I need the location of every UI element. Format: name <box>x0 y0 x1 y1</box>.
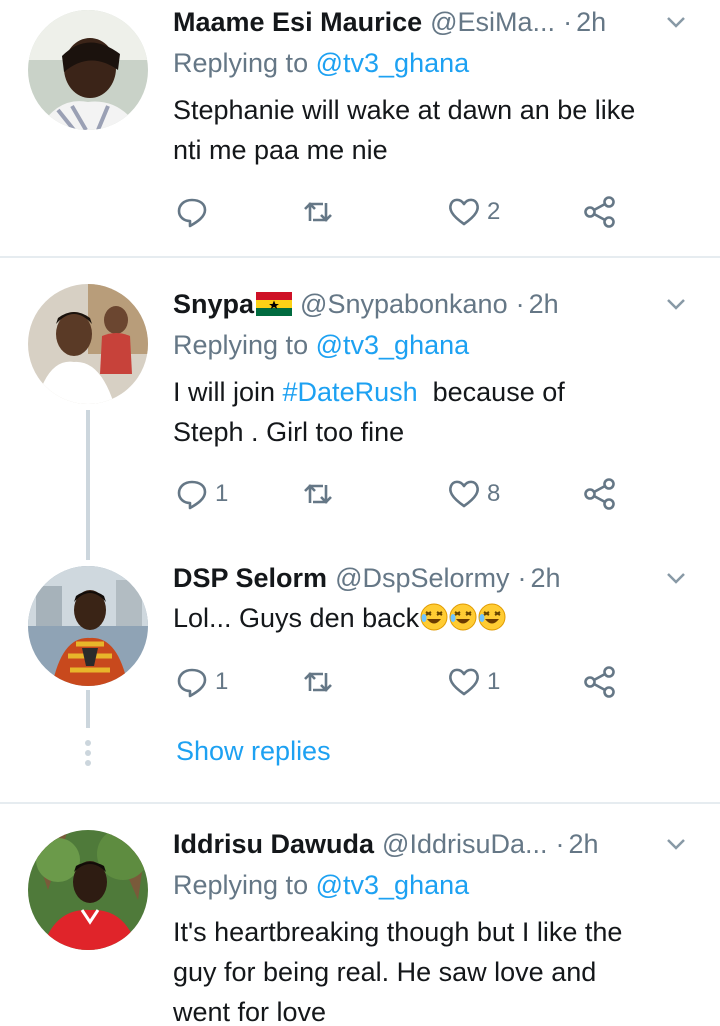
avatar[interactable] <box>28 10 148 130</box>
avatar[interactable] <box>28 566 148 686</box>
tweet-text-line: Stephanie will wake at dawn an be like <box>173 95 636 125</box>
tweet-text-line: It's heartbreaking though but I like the <box>173 917 623 947</box>
replying-to: Replying to @tv3_ghana <box>173 330 469 361</box>
reply-button[interactable]: 1 <box>175 662 228 702</box>
heart-icon <box>449 198 479 226</box>
chevron-down-icon[interactable] <box>662 830 690 858</box>
chevron-down-icon[interactable] <box>662 564 690 592</box>
like-count: 1 <box>487 668 501 695</box>
tweet-actions: 1 1 <box>173 662 653 702</box>
thread-connector <box>86 690 90 728</box>
thread-dot <box>85 740 91 746</box>
reply-button[interactable] <box>175 192 215 232</box>
replying-to-handle-link[interactable]: @tv3_ghana <box>316 48 470 78</box>
show-replies-link[interactable]: Show replies <box>176 736 331 767</box>
retweet-icon <box>304 672 332 692</box>
share-icon <box>584 196 615 228</box>
tweet-text-part: I will join <box>173 377 283 407</box>
tweet-text-line: Steph . Girl too fine <box>173 417 405 447</box>
retweet-icon <box>304 484 332 504</box>
display-name[interactable]: DSP Selorm <box>173 563 327 594</box>
tweet-text-line: guy for being real. He saw love and <box>173 957 597 987</box>
tweet-text-line: nti me paa me nie <box>173 135 388 165</box>
tweet-text-line: went for love <box>173 997 327 1026</box>
reply-count: 1 <box>215 480 229 507</box>
rolling-on-floor-laughing-emoji <box>449 603 477 631</box>
replying-to: Replying to @tv3_ghana <box>173 48 469 79</box>
share-button[interactable] <box>583 192 617 232</box>
chevron-down-icon[interactable] <box>662 8 690 36</box>
like-button[interactable]: 2 <box>447 192 500 232</box>
heart-icon <box>449 480 479 508</box>
share-icon <box>584 478 615 510</box>
like-count: 2 <box>487 198 501 225</box>
user-handle[interactable]: @EsiMa... <box>430 7 555 38</box>
tweet-divider <box>0 256 720 258</box>
thread-connector <box>86 410 90 560</box>
avatar[interactable] <box>28 830 148 950</box>
reply-icon <box>177 198 207 228</box>
ghana-flag-icon <box>256 292 293 316</box>
retweet-button[interactable] <box>301 662 341 702</box>
tweet-text-part: because of <box>417 377 565 407</box>
tweet-text: It's heartbreaking though but I like the… <box>173 912 703 1026</box>
tweet-text-line: Lol... Guys den back <box>173 603 420 633</box>
replying-to: Replying to @tv3_ghana <box>173 870 469 901</box>
tweet-header: Iddrisu Dawuda @IddrisuDa... · 2h <box>173 824 700 864</box>
timestamp[interactable]: 2h <box>531 563 561 594</box>
tweet-header: Snypa @Snypabonkano · 2h <box>173 284 700 324</box>
user-handle[interactable]: @Snypabonkano <box>300 289 508 320</box>
timestamp[interactable]: 2h <box>576 7 606 38</box>
timestamp[interactable]: 2h <box>529 289 559 320</box>
retweet-button[interactable] <box>301 192 341 232</box>
like-count: 8 <box>487 480 501 507</box>
tweet-text: Stephanie will wake at dawn an be like n… <box>173 90 703 170</box>
replying-to-handle-link[interactable]: @tv3_ghana <box>316 870 470 900</box>
reply-count: 1 <box>215 668 229 695</box>
reply-icon <box>177 480 207 510</box>
tweet-actions: 2 <box>173 192 653 232</box>
rolling-on-floor-laughing-emoji <box>420 603 448 631</box>
tweet-header: Maame Esi Maurice @EsiMa... · 2h <box>173 2 700 42</box>
user-handle[interactable]: @DspSelormy <box>335 563 509 594</box>
tweet-text: I will join #DateRush because of Steph .… <box>173 372 703 452</box>
retweet-icon <box>304 202 332 222</box>
tweet-text: Lol... Guys den back <box>173 598 703 638</box>
heart-icon <box>449 668 479 696</box>
thread-dot <box>85 760 91 766</box>
replying-to-handle-link[interactable]: @tv3_ghana <box>316 330 470 360</box>
share-icon <box>584 666 615 698</box>
share-button[interactable] <box>583 662 617 702</box>
replying-to-label: Replying to <box>173 330 309 360</box>
chevron-down-icon[interactable] <box>662 290 690 318</box>
separator-dot: · <box>515 288 525 319</box>
tweet-header: DSP Selorm @DspSelormy · 2h <box>173 558 700 598</box>
timestamp[interactable]: 2h <box>569 829 599 860</box>
replying-to-label: Replying to <box>173 870 309 900</box>
tweet-divider <box>0 802 720 804</box>
hashtag-link[interactable]: #DateRush <box>283 377 418 407</box>
display-name[interactable]: Snypa <box>173 289 254 320</box>
tweet-text-line: I will join #DateRush because of <box>173 372 703 412</box>
user-handle[interactable]: @IddrisuDa... <box>382 829 547 860</box>
rolling-on-floor-laughing-emoji <box>478 603 506 631</box>
share-button[interactable] <box>583 474 617 514</box>
reply-button[interactable]: 1 <box>175 474 228 514</box>
like-button[interactable]: 8 <box>447 474 500 514</box>
thread-dot <box>85 750 91 756</box>
replying-to-label: Replying to <box>173 48 309 78</box>
separator-dot: · <box>555 828 565 859</box>
avatar[interactable] <box>28 284 148 404</box>
retweet-button[interactable] <box>301 474 341 514</box>
display-name[interactable]: Iddrisu Dawuda <box>173 829 374 860</box>
separator-dot: · <box>517 562 527 593</box>
display-name[interactable]: Maame Esi Maurice <box>173 7 422 38</box>
tweet-actions: 1 8 <box>173 474 653 514</box>
reply-icon <box>177 668 207 698</box>
separator-dot: · <box>563 6 573 37</box>
like-button[interactable]: 1 <box>447 662 500 702</box>
